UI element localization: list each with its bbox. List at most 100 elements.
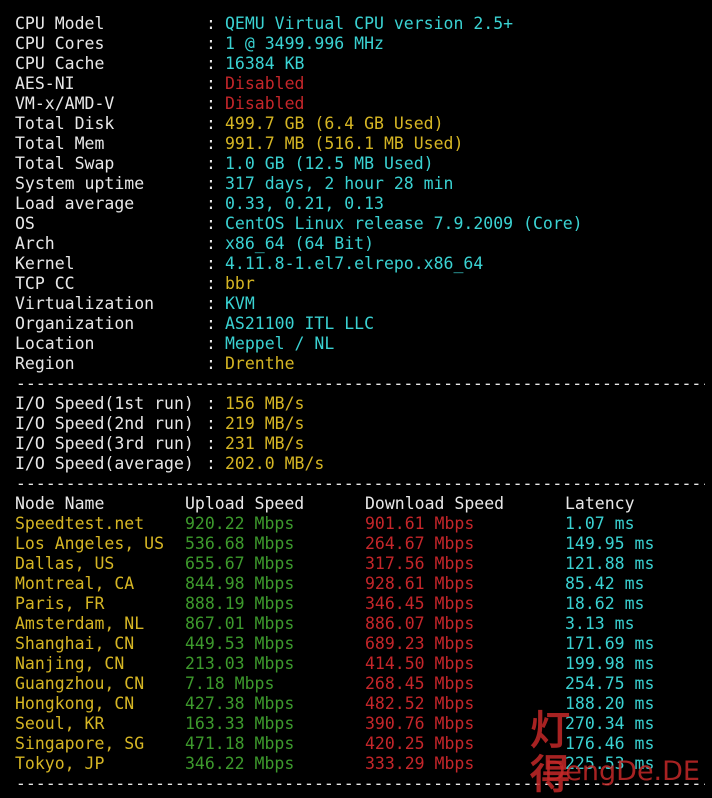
io-row: I/O Speed(1st run):156 MB/s [15, 394, 705, 414]
header-node-name: Node Name [15, 494, 105, 513]
info-colon: : [206, 94, 216, 113]
upload-speed: 163.33 Mbps [185, 714, 295, 733]
info-key: Total Disk [15, 114, 115, 133]
header-upload-speed: Upload Speed [185, 494, 305, 513]
info-row-aes-ni: AES-NI: Disabled [15, 74, 705, 94]
speedtest-row: Seoul, KR 163.33 Mbps 390.76 Mbps 270.34 ms [15, 714, 705, 734]
io-colon: : [206, 454, 216, 473]
info-row-cpu-model: CPU Model: QEMU Virtual CPU version 2.5+ [15, 14, 705, 34]
divider-line: ----------------------------------------… [15, 774, 705, 793]
info-row-tcp-cc: TCP CC: bbr [15, 274, 705, 294]
speedtest-row: Speedtest.net 920.22 Mbps 901.61 Mbps 1.07 … [15, 514, 705, 534]
info-key: Total Mem [15, 134, 105, 153]
latency: 171.69 ms [565, 634, 655, 653]
speedtest-row: Guangzhou, CN 7.18 Mbps 268.45 Mbps 254.75 … [15, 674, 705, 694]
header-latency: Latency [565, 494, 635, 513]
info-row-total-swap: Total Swap:1.0 GB (12.5 MB Used) [15, 154, 705, 174]
info-row-os: OS: CentOS Linux release 7.9.2009 (Core) [15, 214, 705, 234]
speedtest-row: Dallas, US 655.67 Mbps 317.56 Mbps 121.88 m… [15, 554, 705, 574]
info-value: x86_64 (64 Bit) [225, 234, 375, 253]
upload-speed: 888.19 Mbps [185, 594, 295, 613]
latency: 85.42 ms [565, 574, 645, 593]
divider: ----------------------------------------… [15, 374, 705, 394]
info-row-region: Region: Drenthe [15, 354, 705, 374]
speedtest-row: Hongkong, CN 427.38 Mbps 482.52 Mbps 188.20… [15, 694, 705, 714]
download-speed: 689.23 Mbps [365, 634, 475, 653]
download-speed: 420.25 Mbps [365, 734, 475, 753]
info-value: bbr [225, 274, 255, 293]
info-value: 317 days, 2 hour 28 min [225, 174, 454, 193]
latency: 225.53 ms [565, 754, 655, 773]
upload-speed: 346.22 Mbps [185, 754, 295, 773]
info-value: 1 @ 3499.996 MHz [225, 34, 384, 53]
info-value: 499.7 GB (6.4 GB Used) [225, 114, 444, 133]
node-name: Nanjing, CN [15, 654, 125, 673]
info-row-total-mem: Total Mem:991.7 MB (516.1 MB Used) [15, 134, 705, 154]
download-speed: 264.67 Mbps [365, 534, 475, 553]
info-row-location: Location: Meppel / NL [15, 334, 705, 354]
info-colon: : [206, 314, 216, 333]
latency: 270.34 ms [565, 714, 655, 733]
info-colon: : [206, 134, 216, 153]
info-value: 4.11.8-1.el7.elrepo.x86_64 [225, 254, 484, 273]
download-speed: 346.45 Mbps [365, 594, 475, 613]
download-speed: 901.61 Mbps [365, 514, 475, 533]
info-colon: : [206, 114, 216, 133]
info-row-kernel: Kernel:4.11.8-1.el7.elrepo.x86_64 [15, 254, 705, 274]
upload-speed: 427.38 Mbps [185, 694, 295, 713]
info-colon: : [206, 34, 216, 53]
speedtest-rows: Speedtest.net 920.22 Mbps 901.61 Mbps 1.07 … [15, 514, 705, 774]
divider-line: ----------------------------------------… [15, 474, 705, 493]
info-colon: : [206, 174, 216, 193]
info-value: 16384 KB [225, 54, 305, 73]
node-name: Guangzhou, CN [15, 674, 145, 693]
speedtest-row: Amsterdam, NL 867.01 Mbps 886.07 Mbps 3.13 … [15, 614, 705, 634]
header-download-speed: Download Speed [365, 494, 505, 513]
info-key: Location [15, 334, 95, 353]
download-speed: 317.56 Mbps [365, 554, 475, 573]
latency: 199.98 ms [565, 654, 655, 673]
info-value: KVM [225, 294, 255, 313]
info-key: CPU Cores [15, 34, 105, 53]
node-name: Amsterdam, NL [15, 614, 145, 633]
info-value: Drenthe [225, 354, 295, 373]
node-name: Speedtest.net [15, 514, 145, 533]
info-row-cpu-cores: CPU Cores:1 @ 3499.996 MHz [15, 34, 705, 54]
download-speed: 928.61 Mbps [365, 574, 475, 593]
io-row: I/O Speed(2nd run):219 MB/s [15, 414, 705, 434]
info-key: CPU Cache [15, 54, 105, 73]
node-name: Paris, FR [15, 594, 105, 613]
speedtest-row: Nanjing, CN 213.03 Mbps 414.50 Mbps 199.98 … [15, 654, 705, 674]
info-key: CPU Model [15, 14, 105, 33]
info-value: 1.0 GB (12.5 MB Used) [225, 154, 434, 173]
upload-speed: 920.22 Mbps [185, 514, 295, 533]
info-colon: : [206, 74, 216, 93]
download-speed: 414.50 Mbps [365, 654, 475, 673]
io-key: I/O Speed(3rd run) [15, 434, 194, 453]
speedtest-row: Shanghai, CN 449.53 Mbps 689.23 Mbps 171.69… [15, 634, 705, 654]
info-key: Arch [15, 234, 55, 253]
divider: ----------------------------------------… [15, 774, 705, 794]
info-colon: : [206, 334, 216, 353]
latency: 254.75 ms [565, 674, 655, 693]
download-speed: 268.45 Mbps [365, 674, 475, 693]
info-colon: : [206, 274, 216, 293]
speedtest-header: Node Name Upload Speed Download Speed La… [15, 494, 705, 514]
divider-line: ----------------------------------------… [15, 374, 705, 393]
info-value: 0.33, 0.21, 0.13 [225, 194, 384, 213]
upload-speed: 449.53 Mbps [185, 634, 295, 653]
download-speed: 886.07 Mbps [365, 614, 475, 633]
node-name: Dallas, US [15, 554, 115, 573]
io-key: I/O Speed(2nd run) [15, 414, 194, 433]
speedtest-row: Montreal, CA 844.98 Mbps 928.61 Mbps 85.42 … [15, 574, 705, 594]
latency: 3.13 ms [565, 614, 635, 633]
info-key: TCP CC [15, 274, 75, 293]
upload-speed: 536.68 Mbps [185, 534, 295, 553]
upload-speed: 471.18 Mbps [185, 734, 295, 753]
info-key: System uptime [15, 174, 145, 193]
terminal-output: CPU Model: QEMU Virtual CPU version 2.5+ … [15, 14, 705, 794]
upload-speed: 844.98 Mbps [185, 574, 295, 593]
divider: ----------------------------------------… [15, 474, 705, 494]
info-row-virtualization: Virtualization: KVM [15, 294, 705, 314]
io-row: I/O Speed(average):202.0 MB/s [15, 454, 705, 474]
